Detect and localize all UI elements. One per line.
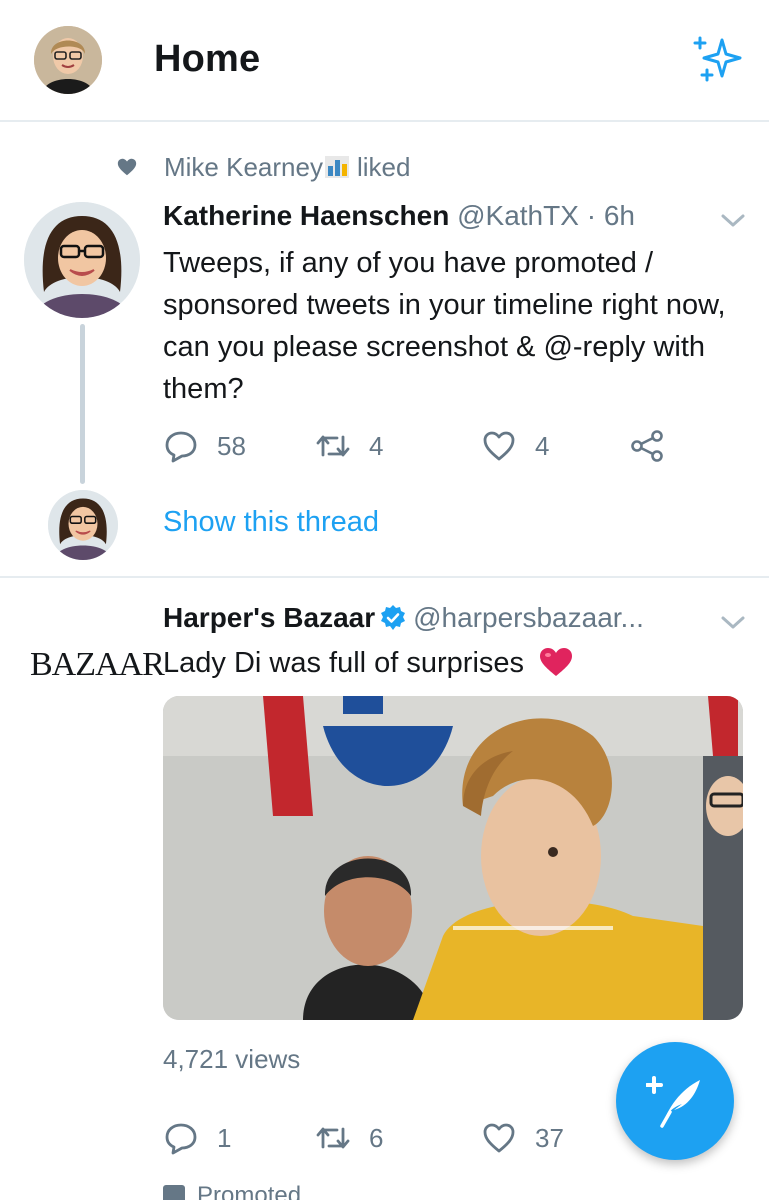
- reply-icon: [165, 431, 197, 463]
- liker-name[interactable]: Mike Kearney: [164, 152, 323, 183]
- retweet-button[interactable]: 6: [315, 1120, 481, 1156]
- reply-button[interactable]: 58: [163, 428, 315, 464]
- author-name[interactable]: Katherine Haenschen: [163, 200, 449, 231]
- chevron-down-icon[interactable]: [718, 610, 748, 634]
- show-thread-link[interactable]: Show this thread: [163, 506, 379, 539]
- separator: ·: [586, 200, 597, 231]
- tweet-actions: 1 6 37: [163, 1118, 564, 1158]
- video-player[interactable]: [163, 696, 743, 1020]
- retweet-count: 4: [369, 430, 384, 461]
- tweet-time[interactable]: 6h: [604, 200, 635, 231]
- like-count: 37: [535, 1122, 564, 1153]
- share-button[interactable]: [629, 428, 683, 464]
- home-timeline: Home Mike Kearney liked Katherine Haensc…: [0, 0, 769, 1200]
- video-thumbnail: [163, 696, 743, 1020]
- tweet-header: Harper's Bazaar @harpersbazaar...: [163, 602, 644, 634]
- reply-count: 1: [217, 1122, 232, 1153]
- promoted-icon: [163, 1185, 185, 1200]
- tweet-card[interactable]: Mike Kearney liked Katherine Haenschen @…: [0, 122, 769, 578]
- compose-tweet-button[interactable]: [616, 1042, 734, 1160]
- author-handle[interactable]: @harpersbazaar...: [413, 602, 644, 633]
- reply-button[interactable]: 1: [163, 1120, 315, 1156]
- like-button[interactable]: 37: [481, 1120, 564, 1156]
- share-icon: [631, 430, 663, 462]
- bazaar-logo[interactable]: BAZAAR: [30, 646, 165, 684]
- tweet-text: Tweeps, if any of you have promoted / sp…: [163, 247, 726, 405]
- top-app-bar: Home: [0, 0, 769, 122]
- promoted-text: Promoted: [197, 1182, 302, 1200]
- heart-outline-icon: [483, 431, 515, 461]
- bar-chart-emoji: [324, 156, 349, 178]
- view-count: 4,721 views: [163, 1044, 301, 1074]
- like-count: 4: [535, 430, 550, 461]
- author-avatar[interactable]: [24, 202, 140, 318]
- chevron-down-icon[interactable]: [718, 208, 748, 232]
- retweet-icon: [316, 1127, 350, 1149]
- retweet-button[interactable]: 4: [315, 428, 481, 464]
- sparkle-icon[interactable]: [690, 34, 746, 84]
- tweet-header: Katherine Haenschen @KathTX · 6h: [163, 200, 635, 232]
- reply-count: 58: [217, 430, 246, 461]
- tweet-actions: 58 4 4: [163, 426, 683, 466]
- social-action: liked: [356, 151, 411, 182]
- profile-avatar[interactable]: [34, 26, 102, 94]
- tweet-text-body: Lady Di was full of surprises: [163, 647, 525, 679]
- verified-badge-icon: [381, 605, 406, 630]
- author-handle[interactable]: @KathTX: [457, 200, 579, 231]
- heart-outline-icon: [483, 1123, 515, 1153]
- thread-avatar[interactable]: [48, 490, 118, 560]
- retweet-icon: [316, 435, 350, 457]
- thread-connector-line: [80, 324, 85, 484]
- reply-icon: [165, 1123, 197, 1155]
- compose-feather-icon: [646, 1076, 700, 1128]
- like-button[interactable]: 4: [481, 428, 629, 464]
- tweet-text: Lady Di was full of surprises: [163, 642, 743, 684]
- retweet-count: 6: [369, 1122, 384, 1153]
- author-name[interactable]: Harper's Bazaar: [163, 602, 375, 633]
- promoted-label: Promoted: [163, 1182, 301, 1200]
- page-title: Home: [154, 38, 261, 80]
- social-context: Mike Kearney liked: [116, 152, 410, 182]
- red-heart-emoji: [540, 648, 573, 676]
- heart-icon: [117, 158, 137, 176]
